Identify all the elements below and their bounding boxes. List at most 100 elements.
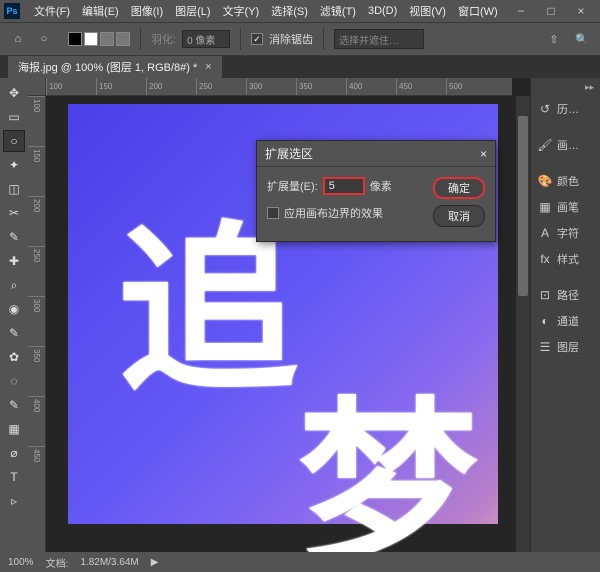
dodge-tool[interactable]: ▦: [3, 418, 25, 440]
history-icon: ↺: [537, 102, 553, 116]
ruler-corner: [28, 78, 46, 96]
ok-button[interactable]: 确定: [433, 177, 485, 199]
history-brush-tool[interactable]: ✎: [3, 322, 25, 344]
panel-brushes[interactable]: ▦ 画笔: [531, 194, 600, 220]
expand-selection-dialog: 扩展选区 × 扩展量(E): 像素 应用画布边界的效果 确定 取消: [256, 140, 496, 242]
feather-label: 羽化:: [151, 31, 176, 47]
panel-label: 图层: [557, 339, 579, 355]
select-and-mask-combo[interactable]: 选择并遮住…: [334, 29, 424, 49]
dialog-titlebar[interactable]: 扩展选区 ×: [257, 141, 495, 167]
cancel-button[interactable]: 取消: [433, 205, 485, 227]
panel-label: 路径: [557, 287, 579, 303]
ruler-tick: 200: [28, 196, 45, 246]
menu-layer[interactable]: 图层(L): [169, 0, 216, 22]
menu-select[interactable]: 选择(S): [265, 0, 314, 22]
ruler-tick: 350: [296, 78, 346, 95]
ruler-vertical[interactable]: 100 150 200 250 300 350 400 450: [28, 96, 46, 552]
zoom-level[interactable]: 100%: [8, 557, 34, 568]
path-select-tool[interactable]: ▹: [3, 490, 25, 512]
color-icon: 🎨: [537, 174, 553, 188]
document-tab-label: 海报.jpg @ 100% (图层 1, RGB/8#) *: [18, 59, 197, 75]
canvas-text-2: 梦: [298, 339, 478, 552]
menu-type[interactable]: 文字(Y): [217, 0, 266, 22]
gradient-tool[interactable]: ◌: [3, 370, 25, 392]
crop-tool[interactable]: ◫: [3, 178, 25, 200]
eraser-tool[interactable]: ✿: [3, 346, 25, 368]
pen-tool[interactable]: ⌀: [3, 442, 25, 464]
lasso-tool[interactable]: ○: [3, 130, 25, 152]
selection-new-icon[interactable]: [68, 32, 82, 46]
move-tool[interactable]: ✥: [3, 82, 25, 104]
window-maximize-button[interactable]: □: [536, 0, 566, 22]
selection-intersect-icon[interactable]: [116, 32, 130, 46]
menu-filter[interactable]: 滤镜(T): [314, 0, 362, 22]
tools-panel: ✥ ▭ ○ ✦ ◫ ✂ ✎ ✚ ⌕ ◉ ✎ ✿ ◌ ✎ ▦ ⌀ T ▹: [0, 78, 28, 552]
panel-layers[interactable]: ☰图层: [531, 334, 600, 360]
scrollbar-vertical[interactable]: [516, 96, 530, 552]
panels-dock: ▸▸ ↺ 历… 🖌画… 🎨 颜色 ▦ 画笔 A 字符 fx样式 ⊡路径 ◐通道 ☰图层: [530, 78, 600, 552]
panels-collapse-button[interactable]: ▸▸: [531, 78, 600, 96]
styles-icon: fx: [537, 252, 553, 266]
tab-close-icon[interactable]: ×: [205, 61, 211, 73]
panel-label: 历…: [557, 101, 579, 117]
menu-window[interactable]: 窗口(W): [452, 0, 504, 22]
menu-3d[interactable]: 3D(D): [362, 0, 403, 22]
menu-file[interactable]: 文件(F): [28, 0, 76, 22]
panel-styles[interactable]: fx样式: [531, 246, 600, 272]
ruler-tick: 350: [28, 346, 45, 396]
document-tabs: 海报.jpg @ 100% (图层 1, RGB/8#) * ×: [0, 56, 600, 78]
panel-channels[interactable]: ◐通道: [531, 308, 600, 334]
docinfo-value: 1.82M/3.64M: [80, 557, 138, 568]
search-icon[interactable]: 🔍: [572, 29, 592, 49]
eyedropper-tool[interactable]: ✎: [3, 226, 25, 248]
feather-input[interactable]: [182, 30, 230, 48]
ruler-tick: 200: [146, 78, 196, 95]
share-icon[interactable]: ⇧: [544, 29, 564, 49]
window-minimize-button[interactable]: −: [506, 0, 536, 22]
character-icon: A: [537, 226, 553, 240]
selection-subtract-icon[interactable]: [100, 32, 114, 46]
dialog-close-icon[interactable]: ×: [480, 147, 487, 161]
ruler-tick: 400: [28, 396, 45, 446]
panel-label: 颜色: [557, 173, 579, 189]
panel-label: 通道: [557, 313, 579, 329]
panel-history[interactable]: ↺ 历…: [531, 96, 600, 122]
ruler-tick: 150: [96, 78, 146, 95]
selection-add-icon[interactable]: [84, 32, 98, 46]
panel-label: 画笔: [557, 199, 579, 215]
lasso-tool-icon[interactable]: ○: [34, 29, 54, 49]
home-icon[interactable]: ⌂: [8, 29, 28, 49]
panel-character[interactable]: A 字符: [531, 220, 600, 246]
spot-heal-tool[interactable]: ✚: [3, 250, 25, 272]
photoshop-icon: Ps: [4, 3, 20, 19]
window-close-button[interactable]: ×: [566, 0, 596, 22]
panel-label: 画…: [557, 137, 579, 153]
panel-color[interactable]: 🎨 颜色: [531, 168, 600, 194]
expand-by-input[interactable]: [323, 177, 365, 195]
status-bar: 100% 文档: 1.82M/3.64M ▶: [0, 552, 600, 572]
menu-image[interactable]: 图像(I): [125, 0, 169, 22]
menu-edit[interactable]: 编辑(E): [76, 0, 125, 22]
magic-wand-tool[interactable]: ✦: [3, 154, 25, 176]
type-tool[interactable]: T: [3, 466, 25, 488]
panel-paths[interactable]: ⊡路径: [531, 282, 600, 308]
panel-label: 字符: [557, 225, 579, 241]
antialias-label: 消除锯齿: [269, 31, 313, 47]
marquee-tool[interactable]: ▭: [3, 106, 25, 128]
apply-canvas-bounds-checkbox[interactable]: [267, 207, 279, 219]
brush-tool[interactable]: ⌕: [3, 274, 25, 296]
scroll-thumb[interactable]: [518, 116, 528, 296]
expand-unit-label: 像素: [370, 178, 392, 194]
brushes-icon: ▦: [537, 200, 553, 214]
statusbar-arrow-icon[interactable]: ▶: [151, 557, 159, 568]
frame-tool[interactable]: ✂: [3, 202, 25, 224]
menu-view[interactable]: 视图(V): [403, 0, 452, 22]
options-bar: ⌂ ○ 羽化: ✓ 消除锯齿 选择并遮住… ⇧ 🔍: [0, 22, 600, 56]
document-tab[interactable]: 海报.jpg @ 100% (图层 1, RGB/8#) * ×: [8, 56, 222, 78]
blur-tool[interactable]: ✎: [3, 394, 25, 416]
ruler-horizontal[interactable]: 100 150 200 250 300 350 400 450 500: [46, 78, 512, 96]
ruler-tick: 250: [196, 78, 246, 95]
panel-brush-preset[interactable]: 🖌画…: [531, 132, 600, 158]
clone-stamp-tool[interactable]: ◉: [3, 298, 25, 320]
antialias-checkbox[interactable]: ✓: [251, 33, 263, 45]
